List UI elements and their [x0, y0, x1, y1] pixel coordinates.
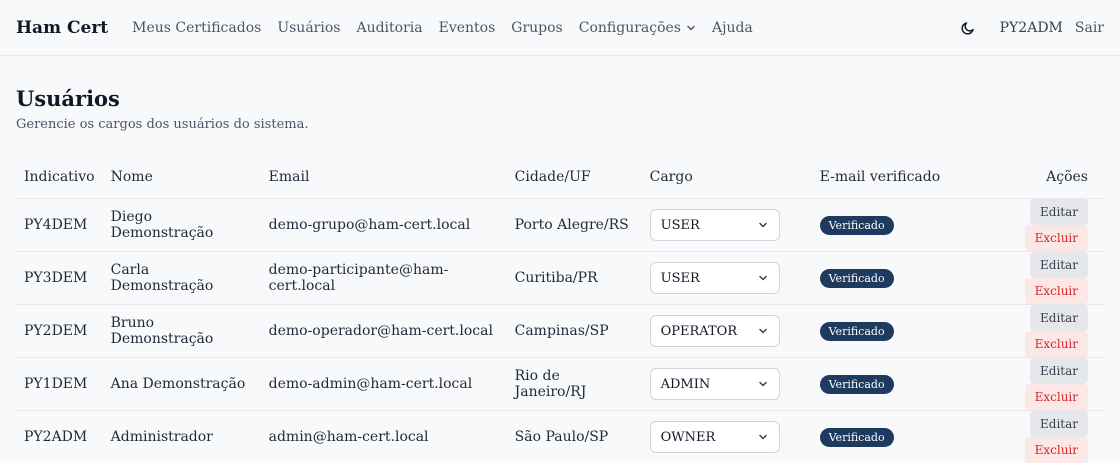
edit-button[interactable]: Editar: [1030, 252, 1088, 278]
main-nav: Meus Certificados Usuários Auditoria Eve…: [132, 20, 753, 36]
chevron-down-icon: [757, 378, 769, 390]
table-row: PY3DEM Carla Demonstração demo-participa…: [16, 252, 1104, 305]
cell-name: Administrador: [103, 411, 261, 463]
verified-badge: Verificado: [820, 428, 894, 447]
cell-callsign: PY2ADM: [16, 411, 103, 463]
logout-link[interactable]: Sair: [1075, 20, 1104, 36]
nav-grupos[interactable]: Grupos: [511, 20, 562, 36]
nav-configuracoes-label: Configurações: [579, 20, 681, 36]
cell-name: Carla Demonstração: [103, 252, 261, 305]
cell-email: demo-operador@ham-cert.local: [261, 305, 507, 358]
top-navbar: Ham Cert Meus Certificados Usuários Audi…: [0, 0, 1120, 56]
main-content: Usuários Gerencie os cargos dos usuários…: [0, 56, 1120, 463]
chevron-down-icon: [757, 219, 769, 231]
chevron-down-icon: [686, 23, 696, 33]
delete-button[interactable]: Excluir: [1025, 331, 1088, 357]
table-row: PY1DEM Ana Demonstração demo-admin@ham-c…: [16, 358, 1104, 411]
users-table: Indicativo Nome Email Cidade/UF Cargo E-…: [16, 156, 1104, 463]
table-row: PY2DEM Bruno Demonstração demo-operador@…: [16, 305, 1104, 358]
verified-badge: Verificado: [820, 322, 894, 341]
cell-name: Diego Demonstração: [103, 199, 261, 252]
role-select[interactable]: USER: [650, 262, 780, 294]
verified-badge: Verificado: [820, 216, 894, 235]
cell-callsign: PY4DEM: [16, 199, 103, 252]
nav-meus-certificados[interactable]: Meus Certificados: [132, 20, 261, 36]
cell-name: Bruno Demonstração: [103, 305, 261, 358]
edit-button[interactable]: Editar: [1030, 305, 1088, 331]
col-email: Email: [261, 156, 507, 199]
col-cidade-uf: Cidade/UF: [507, 156, 642, 199]
col-acoes: Ações: [962, 156, 1104, 199]
cell-city: Curitiba/PR: [507, 252, 642, 305]
delete-button[interactable]: Excluir: [1025, 278, 1088, 304]
cell-callsign: PY3DEM: [16, 252, 103, 305]
brand-logo[interactable]: Ham Cert: [16, 18, 108, 38]
verified-badge: Verificado: [820, 375, 894, 394]
role-select[interactable]: OPERATOR: [650, 315, 780, 347]
cell-email: demo-participante@ham-cert.local: [261, 252, 507, 305]
role-select-value: OPERATOR: [661, 324, 737, 339]
role-select-value: ADMIN: [661, 377, 711, 392]
current-user[interactable]: PY2ADM: [1000, 20, 1063, 36]
table-header-row: Indicativo Nome Email Cidade/UF Cargo E-…: [16, 156, 1104, 199]
col-indicativo: Indicativo: [16, 156, 103, 199]
nav-usuarios[interactable]: Usuários: [277, 20, 340, 36]
role-select[interactable]: USER: [650, 209, 780, 241]
role-select-value: USER: [661, 218, 700, 233]
edit-button[interactable]: Editar: [1030, 199, 1088, 225]
delete-button[interactable]: Excluir: [1025, 384, 1088, 410]
cell-name: Ana Demonstração: [103, 358, 261, 411]
delete-button[interactable]: Excluir: [1025, 437, 1088, 463]
role-select-value: OWNER: [661, 430, 716, 445]
cell-callsign: PY1DEM: [16, 358, 103, 411]
cell-city: São Paulo/SP: [507, 411, 642, 463]
nav-ajuda[interactable]: Ajuda: [712, 20, 753, 36]
verified-badge: Verificado: [820, 269, 894, 288]
col-email-verificado: E-mail verificado: [812, 156, 962, 199]
chevron-down-icon: [757, 431, 769, 443]
col-cargo: Cargo: [642, 156, 812, 199]
cell-callsign: PY2DEM: [16, 305, 103, 358]
cell-email: demo-grupo@ham-cert.local: [261, 199, 507, 252]
cell-city: Porto Alegre/RS: [507, 199, 642, 252]
role-select[interactable]: ADMIN: [650, 368, 780, 400]
page-subtitle: Gerencie os cargos dos usuários do siste…: [16, 117, 1104, 132]
role-select[interactable]: OWNER: [650, 421, 780, 453]
moon-icon[interactable]: [960, 20, 976, 36]
table-row: PY2ADM Administrador admin@ham-cert.loca…: [16, 411, 1104, 463]
cell-email: admin@ham-cert.local: [261, 411, 507, 463]
cell-email: demo-admin@ham-cert.local: [261, 358, 507, 411]
cell-city: Rio de Janeiro/RJ: [507, 358, 642, 411]
page-title: Usuários: [16, 86, 1104, 111]
nav-eventos[interactable]: Eventos: [439, 20, 496, 36]
cell-city: Campinas/SP: [507, 305, 642, 358]
nav-configuracoes-dropdown[interactable]: Configurações: [579, 20, 696, 36]
role-select-value: USER: [661, 271, 700, 286]
nav-auditoria[interactable]: Auditoria: [356, 20, 422, 36]
chevron-down-icon: [757, 325, 769, 337]
edit-button[interactable]: Editar: [1030, 411, 1088, 437]
table-row: PY4DEM Diego Demonstração demo-grupo@ham…: [16, 199, 1104, 252]
delete-button[interactable]: Excluir: [1025, 225, 1088, 251]
col-nome: Nome: [103, 156, 261, 199]
header-right: PY2ADM Sair: [960, 20, 1104, 36]
edit-button[interactable]: Editar: [1030, 358, 1088, 384]
chevron-down-icon: [757, 272, 769, 284]
